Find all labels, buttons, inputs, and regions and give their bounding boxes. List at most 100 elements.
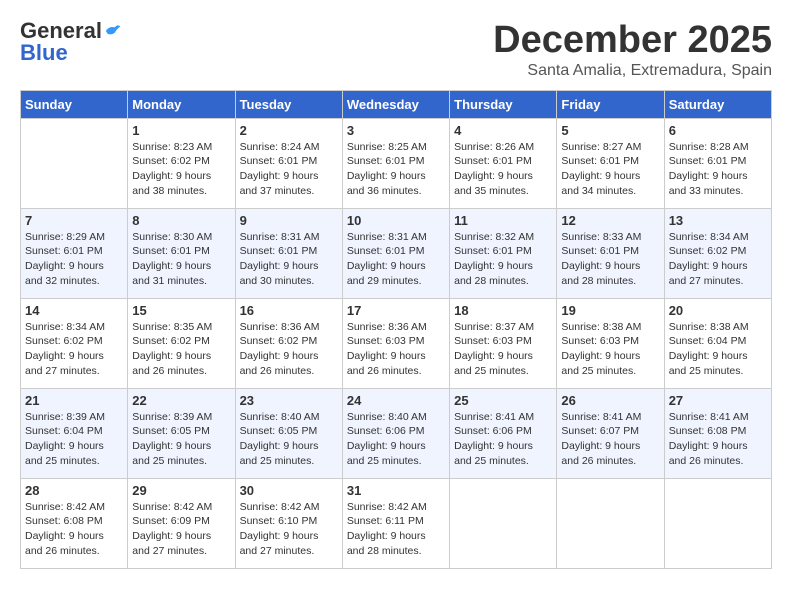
calendar-cell: 12 Sunrise: 8:33 AMSunset: 6:01 PMDayligh… — [557, 208, 664, 298]
day-number: 20 — [669, 303, 767, 318]
day-number: 14 — [25, 303, 123, 318]
week-row-2: 7Sunrise: 8:29 AMSunset: 6:01 PMDaylight… — [21, 208, 772, 298]
day-number: 23 — [240, 393, 338, 408]
logo-general: General — [20, 20, 102, 42]
location: Santa Amalia, Extremadura, Spain — [493, 62, 772, 80]
calendar-cell: 10 Sunrise: 8:31 AMSunset: 6:01 PMDayligh… — [342, 208, 449, 298]
calendar-cell: 4 Sunrise: 8:26 AMSunset: 6:01 PMDaylight… — [450, 118, 557, 208]
calendar-cell — [21, 118, 128, 208]
calendar-cell: 21 Sunrise: 8:39 AMSunset: 6:04 PMDayligh… — [21, 388, 128, 478]
title-block: December 2025 Santa Amalia, Extremadura,… — [493, 20, 772, 80]
day-number: 7 — [25, 213, 123, 228]
calendar-cell: 15Sunrise: 8:35 AMSunset: 6:02 PMDayligh… — [128, 298, 235, 388]
day-info: Sunrise: 8:36 AMSunset: 6:03 PMDaylight:… — [347, 320, 445, 379]
calendar-cell: 25 Sunrise: 8:41 AMSunset: 6:06 PMDayligh… — [450, 388, 557, 478]
day-info: Sunrise: 8:41 AMSunset: 6:07 PMDaylight:… — [561, 410, 659, 469]
calendar-cell: 9Sunrise: 8:31 AMSunset: 6:01 PMDaylight… — [235, 208, 342, 298]
day-number: 6 — [669, 123, 767, 138]
day-number: 19 — [561, 303, 659, 318]
calendar-cell: 26 Sunrise: 8:41 AMSunset: 6:07 PMDayligh… — [557, 388, 664, 478]
calendar-cell: 3 Sunrise: 8:25 AMSunset: 6:01 PMDaylight… — [342, 118, 449, 208]
calendar-cell: 14 Sunrise: 8:34 AMSunset: 6:02 PMDayligh… — [21, 298, 128, 388]
calendar-cell: 23 Sunrise: 8:40 AMSunset: 6:05 PMDayligh… — [235, 388, 342, 478]
page-header: General Blue December 2025 Santa Amalia,… — [20, 20, 772, 80]
day-number: 25 — [454, 393, 552, 408]
calendar-cell — [450, 478, 557, 568]
weekday-header-saturday: Saturday — [664, 90, 771, 118]
day-info: Sunrise: 8:33 AMSunset: 6:01 PMDaylight:… — [561, 230, 659, 289]
day-number: 4 — [454, 123, 552, 138]
month-title: December 2025 — [493, 20, 772, 62]
weekday-header-wednesday: Wednesday — [342, 90, 449, 118]
calendar-cell: 29 Sunrise: 8:42 AMSunset: 6:09 PMDayligh… — [128, 478, 235, 568]
week-row-4: 21 Sunrise: 8:39 AMSunset: 6:04 PMDayligh… — [21, 388, 772, 478]
day-number: 8 — [132, 213, 230, 228]
day-info: Sunrise: 8:26 AMSunset: 6:01 PMDaylight:… — [454, 140, 552, 199]
day-info: Sunrise: 8:24 AMSunset: 6:01 PMDaylight:… — [240, 140, 338, 199]
day-info: Sunrise: 8:42 AMSunset: 6:08 PMDaylight:… — [25, 500, 123, 559]
calendar-cell: 16 Sunrise: 8:36 AMSunset: 6:02 PMDayligh… — [235, 298, 342, 388]
day-info: Sunrise: 8:39 AMSunset: 6:05 PMDaylight:… — [132, 410, 230, 469]
day-info: Sunrise: 8:38 AMSunset: 6:04 PMDaylight:… — [669, 320, 767, 379]
day-number: 30 — [240, 483, 338, 498]
day-number: 13 — [669, 213, 767, 228]
day-number: 2 — [240, 123, 338, 138]
day-number: 28 — [25, 483, 123, 498]
weekday-header-friday: Friday — [557, 90, 664, 118]
day-info: Sunrise: 8:40 AMSunset: 6:05 PMDaylight:… — [240, 410, 338, 469]
day-info: Sunrise: 8:38 AMSunset: 6:03 PMDaylight:… — [561, 320, 659, 379]
calendar-cell: 31 Sunrise: 8:42 AMSunset: 6:11 PMDayligh… — [342, 478, 449, 568]
day-info: Sunrise: 8:31 AMSunset: 6:01 PMDaylight:… — [347, 230, 445, 289]
day-info: Sunrise: 8:41 AMSunset: 6:06 PMDaylight:… — [454, 410, 552, 469]
weekday-header-row: SundayMondayTuesdayWednesdayThursdayFrid… — [21, 90, 772, 118]
day-number: 11 — [454, 213, 552, 228]
calendar-cell: 8 Sunrise: 8:30 AMSunset: 6:01 PMDaylight… — [128, 208, 235, 298]
day-number: 27 — [669, 393, 767, 408]
day-info: Sunrise: 8:27 AMSunset: 6:01 PMDaylight:… — [561, 140, 659, 199]
calendar-cell: 13Sunrise: 8:34 AMSunset: 6:02 PMDayligh… — [664, 208, 771, 298]
day-info: Sunrise: 8:42 AMSunset: 6:09 PMDaylight:… — [132, 500, 230, 559]
day-number: 29 — [132, 483, 230, 498]
day-info: Sunrise: 8:25 AMSunset: 6:01 PMDaylight:… — [347, 140, 445, 199]
calendar-cell: 27 Sunrise: 8:41 AMSunset: 6:08 PMDayligh… — [664, 388, 771, 478]
weekday-header-thursday: Thursday — [450, 90, 557, 118]
calendar-cell: 5 Sunrise: 8:27 AMSunset: 6:01 PMDaylight… — [557, 118, 664, 208]
day-number: 16 — [240, 303, 338, 318]
day-number: 5 — [561, 123, 659, 138]
weekday-header-monday: Monday — [128, 90, 235, 118]
weekday-header-tuesday: Tuesday — [235, 90, 342, 118]
day-number: 3 — [347, 123, 445, 138]
day-info: Sunrise: 8:35 AMSunset: 6:02 PMDaylight:… — [132, 320, 230, 379]
day-number: 21 — [25, 393, 123, 408]
day-number: 24 — [347, 393, 445, 408]
calendar-cell — [557, 478, 664, 568]
day-number: 12 — [561, 213, 659, 228]
day-info: Sunrise: 8:28 AMSunset: 6:01 PMDaylight:… — [669, 140, 767, 199]
day-number: 9 — [240, 213, 338, 228]
day-number: 31 — [347, 483, 445, 498]
day-number: 17 — [347, 303, 445, 318]
day-info: Sunrise: 8:41 AMSunset: 6:08 PMDaylight:… — [669, 410, 767, 469]
logo-blue-text: Blue — [20, 42, 68, 64]
calendar-cell: 19 Sunrise: 8:38 AMSunset: 6:03 PMDayligh… — [557, 298, 664, 388]
day-info: Sunrise: 8:30 AMSunset: 6:01 PMDaylight:… — [132, 230, 230, 289]
day-info: Sunrise: 8:39 AMSunset: 6:04 PMDaylight:… — [25, 410, 123, 469]
calendar-cell — [664, 478, 771, 568]
day-info: Sunrise: 8:32 AMSunset: 6:01 PMDaylight:… — [454, 230, 552, 289]
day-number: 1 — [132, 123, 230, 138]
day-info: Sunrise: 8:34 AMSunset: 6:02 PMDaylight:… — [25, 320, 123, 379]
calendar-cell: 28 Sunrise: 8:42 AMSunset: 6:08 PMDayligh… — [21, 478, 128, 568]
calendar-cell: 24Sunrise: 8:40 AMSunset: 6:06 PMDayligh… — [342, 388, 449, 478]
day-info: Sunrise: 8:42 AMSunset: 6:11 PMDaylight:… — [347, 500, 445, 559]
logo-bird-icon — [104, 22, 122, 40]
logo: General Blue — [20, 20, 122, 64]
calendar-table: SundayMondayTuesdayWednesdayThursdayFrid… — [20, 90, 772, 569]
calendar-cell: 6 Sunrise: 8:28 AMSunset: 6:01 PMDaylight… — [664, 118, 771, 208]
day-info: Sunrise: 8:23 AMSunset: 6:02 PMDaylight:… — [132, 140, 230, 199]
day-info: Sunrise: 8:36 AMSunset: 6:02 PMDaylight:… — [240, 320, 338, 379]
day-number: 10 — [347, 213, 445, 228]
calendar-cell: 20 Sunrise: 8:38 AMSunset: 6:04 PMDayligh… — [664, 298, 771, 388]
calendar-cell: 17 Sunrise: 8:36 AMSunset: 6:03 PMDayligh… — [342, 298, 449, 388]
week-row-1: 1 Sunrise: 8:23 AMSunset: 6:02 PMDaylight… — [21, 118, 772, 208]
day-number: 26 — [561, 393, 659, 408]
